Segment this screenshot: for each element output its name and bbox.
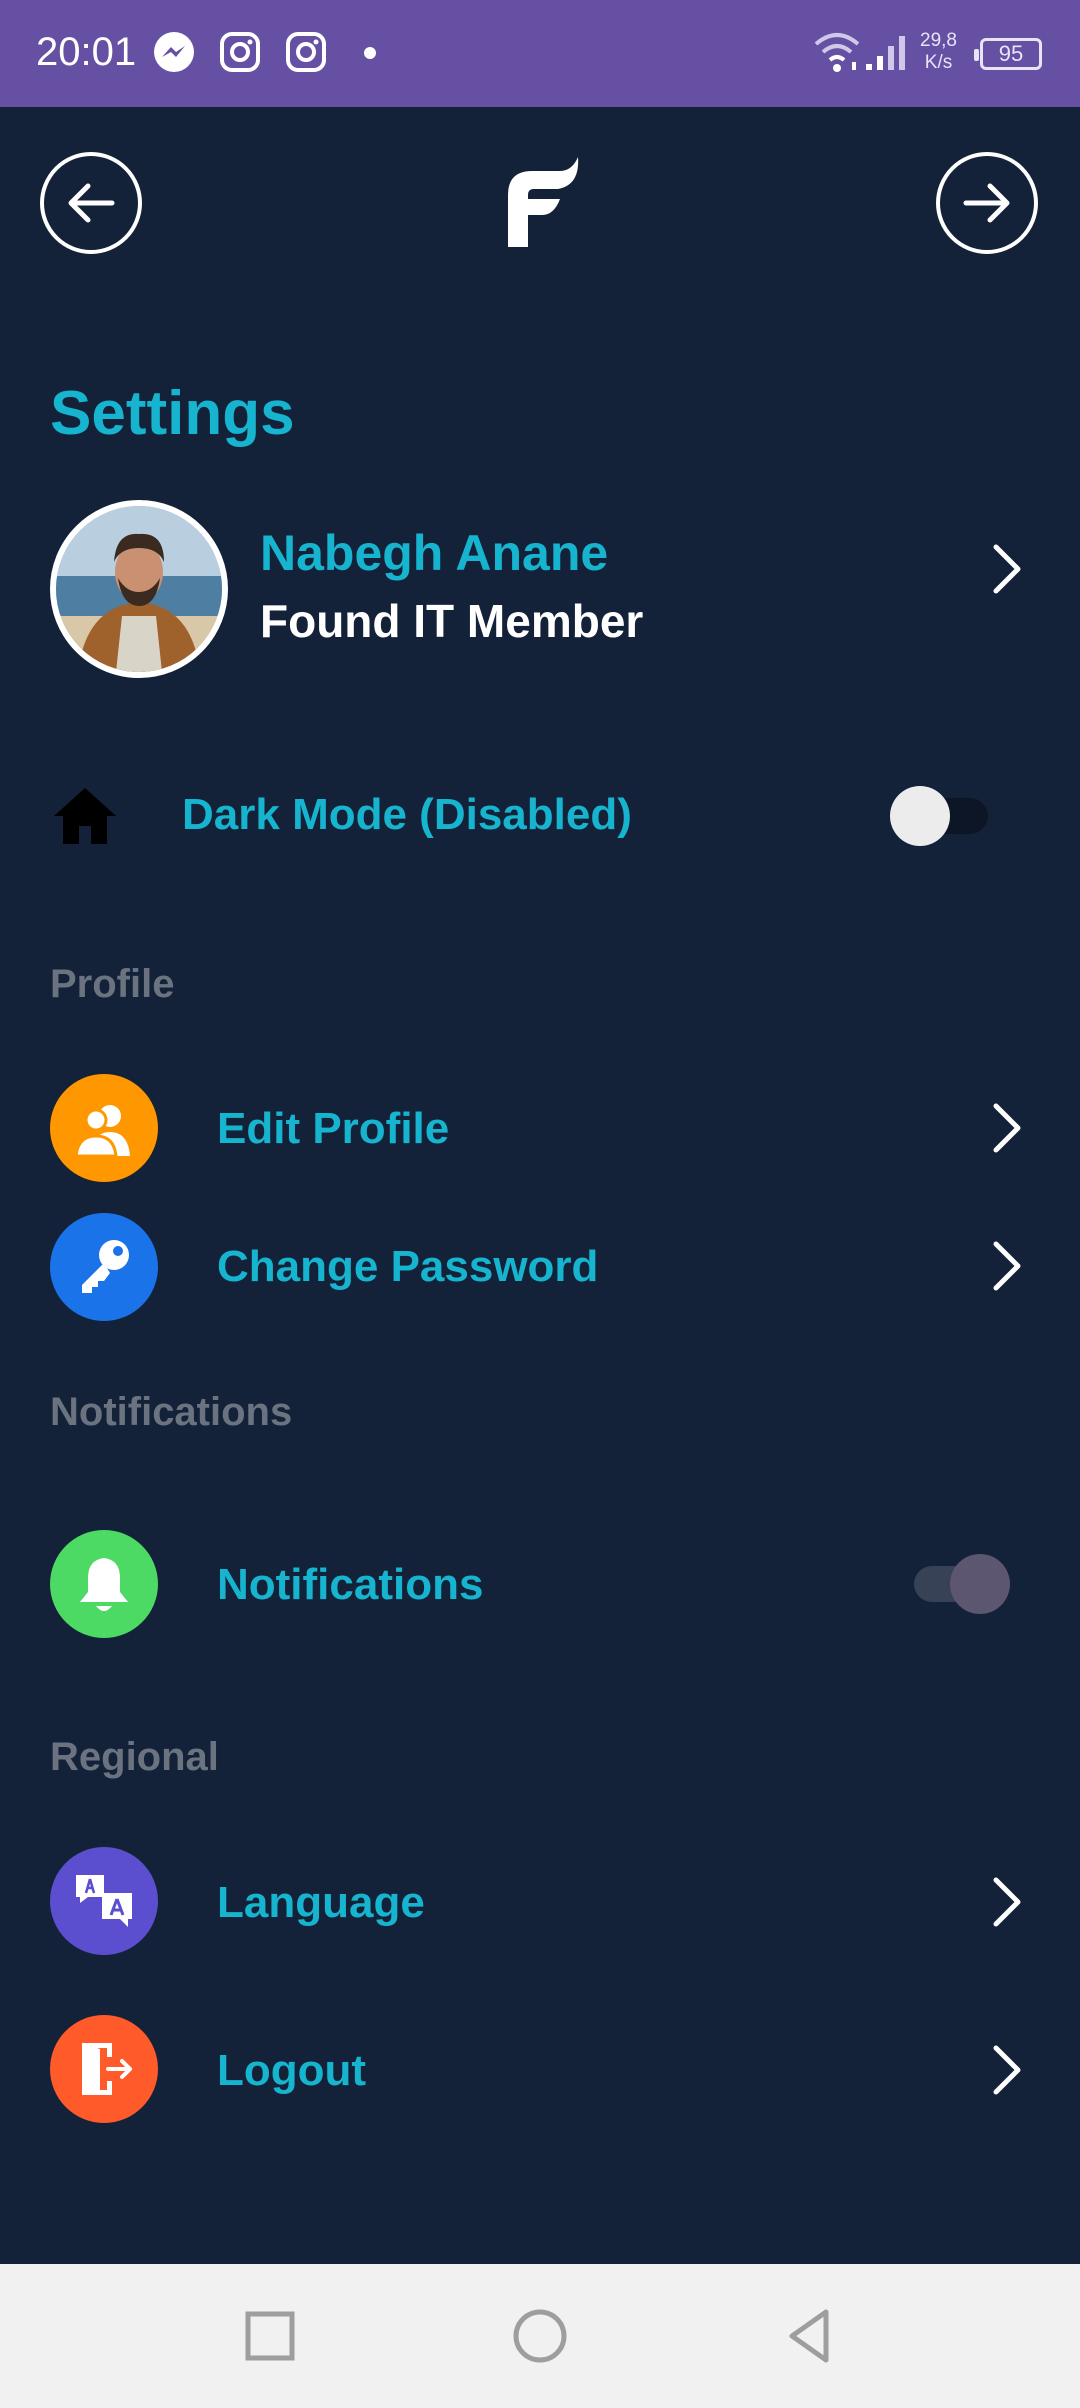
logout-label[interactable]: Logout: [217, 2046, 366, 2096]
recents-square-icon[interactable]: [238, 2304, 302, 2368]
avatar-photo: [56, 506, 222, 672]
chevron-right-icon[interactable]: [986, 1874, 1026, 1930]
avatar[interactable]: [50, 500, 228, 678]
arrow-right-icon: [963, 183, 1010, 223]
home-icon: [54, 788, 116, 844]
change-password-label[interactable]: Change Password: [217, 1242, 598, 1292]
battery-indicator: 95: [974, 38, 1042, 70]
instagram-icon: [220, 32, 260, 72]
edit-profile-icon-circle: [50, 1074, 158, 1182]
status-bar: 20:01 29,8 K/s 95: [0, 0, 1080, 107]
chevron-right-icon[interactable]: [986, 1238, 1026, 1294]
key-icon: [82, 1240, 129, 1293]
network-speed-value: 29,8: [920, 30, 957, 51]
chevron-right-icon[interactable]: [986, 541, 1026, 597]
notification-dot-icon: [364, 47, 376, 59]
instagram-icon: [286, 32, 326, 72]
forward-button[interactable]: [936, 152, 1038, 254]
back-triangle-icon[interactable]: [778, 2304, 842, 2368]
network-speed-unit: K/s: [924, 52, 953, 73]
status-time: 20:01: [36, 30, 137, 74]
logout-icon-circle: [50, 2015, 158, 2123]
change-password-icon-circle: [50, 1213, 158, 1321]
app-logo-icon: [508, 157, 579, 247]
back-button[interactable]: [40, 152, 142, 254]
language-icon-circle: [50, 1847, 158, 1955]
arrow-left-icon: [68, 183, 115, 223]
exit-door-icon: [82, 2043, 132, 2095]
profile-role: Found IT Member: [260, 595, 644, 647]
wifi-icon: [814, 33, 860, 72]
language-label[interactable]: Language: [217, 1878, 425, 1928]
chevron-right-icon[interactable]: [986, 1100, 1026, 1156]
chevron-right-icon[interactable]: [986, 2042, 1026, 2098]
translate-icon: [76, 1875, 132, 1927]
network-speed: 29,8 K/s: [920, 30, 957, 74]
notifications-icon-circle: [50, 1530, 158, 1638]
home-circle-icon[interactable]: [508, 2304, 572, 2368]
users-icon: [74, 1105, 130, 1158]
page-title: Settings: [50, 379, 295, 448]
dark-mode-label: Dark Mode (Disabled): [182, 790, 632, 839]
bell-icon: [80, 1558, 128, 1611]
section-header-profile: Profile: [50, 962, 175, 1006]
section-header-notifications: Notifications: [50, 1390, 293, 1434]
profile-name[interactable]: Nabegh Anane: [260, 524, 608, 582]
edit-profile-label[interactable]: Edit Profile: [217, 1104, 449, 1154]
dark-mode-toggle[interactable]: [888, 786, 992, 846]
messenger-icon: [154, 32, 194, 72]
notifications-toggle[interactable]: [912, 1554, 1016, 1614]
section-header-regional: Regional: [50, 1735, 219, 1779]
signal-icon: [866, 36, 905, 70]
system-navigation-bar: [0, 2264, 1080, 2408]
notifications-label[interactable]: Notifications: [217, 1560, 483, 1610]
